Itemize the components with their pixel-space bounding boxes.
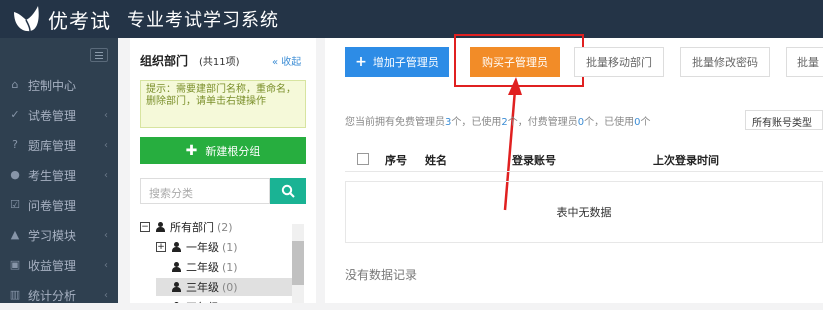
search-icon <box>281 184 295 198</box>
plus-icon: ✚ <box>185 142 198 159</box>
tree-node[interactable]: + 一年级 (1) <box>156 238 292 256</box>
chart-icon: ▥ <box>9 288 21 301</box>
account-type-select[interactable]: 所有账号类型 <box>745 110 823 130</box>
user-group-icon <box>156 222 165 232</box>
sidebar-item-label: 考生管理 <box>28 168 77 183</box>
sidebar: ⌂ 控制中心 ✓ 试卷管理 ‹? 题库管理 ‹ ● 考生管理 ‹ ☑ 问卷管理 ▲ 学习模块 ‹ ▣ 收益管理 ‹… <box>0 38 118 303</box>
tree-node-count: (2) <box>217 220 233 234</box>
column-header[interactable]: 上次登录时间 <box>653 152 719 168</box>
org-count: (共11项) <box>199 57 240 68</box>
empty-table-message: 表中无数据 <box>345 181 823 243</box>
tree-toggle-icon[interactable]: + <box>156 242 166 252</box>
collapse-link[interactable]: « 收起 <box>272 53 301 68</box>
chevron-left-icon: ‹ <box>104 259 108 271</box>
chevron-left-icon: ‹ <box>104 229 108 241</box>
sidebar-item[interactable]: ● 考生管理 ‹ <box>0 160 118 190</box>
batch-move-department-button[interactable]: 批量移动部门 <box>574 47 664 77</box>
chevron-left-icon: ‹ <box>104 109 108 121</box>
check-circle-icon: ✓ <box>10 108 20 121</box>
top-bar: 优考试 专业考试学习系统 <box>0 0 823 38</box>
sidebar-item[interactable]: ▣ 收益管理 ‹ <box>0 250 118 280</box>
sidebar-item-label: 试卷管理 <box>28 108 77 123</box>
tree-node-label: 所有部门 <box>170 221 214 234</box>
sidebar-item-label: 收益管理 <box>28 258 77 273</box>
category-search-input[interactable]: 搜索分类 <box>140 178 270 204</box>
home-icon: ⌂ <box>11 78 19 91</box>
sidebar-item[interactable]: ☑ 问卷管理 <box>0 190 118 220</box>
tree-toggle-icon[interactable]: − <box>140 222 150 232</box>
user-group-icon <box>172 242 181 252</box>
question-circle-icon: ? <box>12 138 18 151</box>
plus-icon: + <box>355 54 367 70</box>
add-sub-admin-label: 增加子管理员 <box>372 56 439 69</box>
sidebar-item[interactable]: ▲ 学习模块 ‹ <box>0 220 118 250</box>
tree-node[interactable]: 四年级(0) <box>156 298 292 303</box>
info-text: 个，已使用 <box>451 117 502 128</box>
info-text: 您当前拥有免费管理员 <box>345 117 445 128</box>
leaf-logo-icon <box>8 4 44 34</box>
tree-node[interactable]: 二年级 (1) <box>156 258 292 276</box>
tip-box: 提示：需要建部门名称，重命名，删除部门，请单击右键操作 <box>140 80 306 128</box>
table-header: 序号 姓名 登录账号 上次登录时间 <box>345 146 823 172</box>
sidebar-item-label: 控制中心 <box>28 78 77 93</box>
select-all-checkbox[interactable] <box>357 153 369 165</box>
brand-name: 优考试 <box>48 8 111 33</box>
sidebar-item-label: 问卷管理 <box>28 198 77 213</box>
add-sub-admin-button[interactable]: + 增加子管理员 <box>345 47 449 77</box>
user-group-icon <box>172 282 181 292</box>
column-header[interactable]: 序号 <box>385 152 407 168</box>
info-text: 个，付费管理员 <box>507 117 578 128</box>
main-content: + 增加子管理员 购买子管理员 批量移动部门 批量修改密码 批量 您当前拥有免费… <box>325 34 823 303</box>
batch-more-button[interactable]: 批量 <box>786 47 823 77</box>
tree-node-label: 三年级 <box>186 281 219 294</box>
admin-quota-info: 您当前拥有免费管理员3个，已使用2个，付费管理员0个，已使用0个 <box>345 113 651 128</box>
sidebar-item-label: 统计分析 <box>28 288 77 303</box>
checkbox-icon: ☑ <box>10 198 20 211</box>
chevron-left-icon: ‹ <box>104 169 108 181</box>
tree-node-count: (1) <box>222 260 238 274</box>
tree-node-count: (1) <box>222 240 238 254</box>
system-title: 专业考试学习系统 <box>127 10 279 31</box>
tree-node[interactable]: 三年级 (0) <box>156 278 292 296</box>
batch-change-password-button[interactable]: 批量修改密码 <box>680 47 770 77</box>
search-button[interactable] <box>270 178 306 204</box>
sidebar-item[interactable]: ▥ 统计分析 ‹ <box>0 280 118 310</box>
sidebar-item[interactable]: ? 题库管理 ‹ <box>0 130 118 160</box>
chevron-left-icon: ‹ <box>104 289 108 301</box>
tree-node-label: 二年级 <box>186 261 219 274</box>
tree-scroll-thumb[interactable] <box>292 241 304 285</box>
tree-node[interactable]: − 所有部门 (2) <box>140 218 292 236</box>
new-root-group-button[interactable]: ✚ 新建根分组 <box>140 137 306 164</box>
sidebar-item-label: 学习模块 <box>28 228 77 243</box>
column-header[interactable]: 姓名 <box>425 152 447 168</box>
info-text: 个，已使用 <box>584 117 635 128</box>
tree-node-label: 四年级 <box>186 299 219 303</box>
no-records-text: 没有数据记录 <box>345 268 418 282</box>
money-icon: ▣ <box>9 258 21 271</box>
info-text: 个 <box>640 117 651 128</box>
department-tree: −所有部门(2)+一年级(1)二年级(1)三年级(0)四年级(0) <box>140 214 306 303</box>
graduation-cap-icon: ▲ <box>10 228 20 241</box>
user-icon: ● <box>10 168 20 181</box>
tree-node-count: (0) <box>222 280 238 294</box>
sidebar-item-label: 题库管理 <box>28 138 77 153</box>
sidebar-item[interactable]: ⌂ 控制中心 <box>0 70 118 100</box>
org-panel: 组织部门 (共11项) « 收起 提示：需要建部门名称，重命名，删除部门，请单击… <box>130 38 316 303</box>
sidebar-item[interactable]: ✓ 试卷管理 ‹ <box>0 100 118 130</box>
user-group-icon <box>172 262 181 272</box>
tree-node-label: 一年级 <box>186 241 219 254</box>
new-root-group-label: 新建根分组 <box>205 144 261 158</box>
chevron-left-icon: ‹ <box>104 139 108 151</box>
menu-toggle-icon[interactable] <box>90 48 108 62</box>
org-title: 组织部门 <box>140 54 189 68</box>
column-header[interactable]: 登录账号 <box>512 152 556 168</box>
